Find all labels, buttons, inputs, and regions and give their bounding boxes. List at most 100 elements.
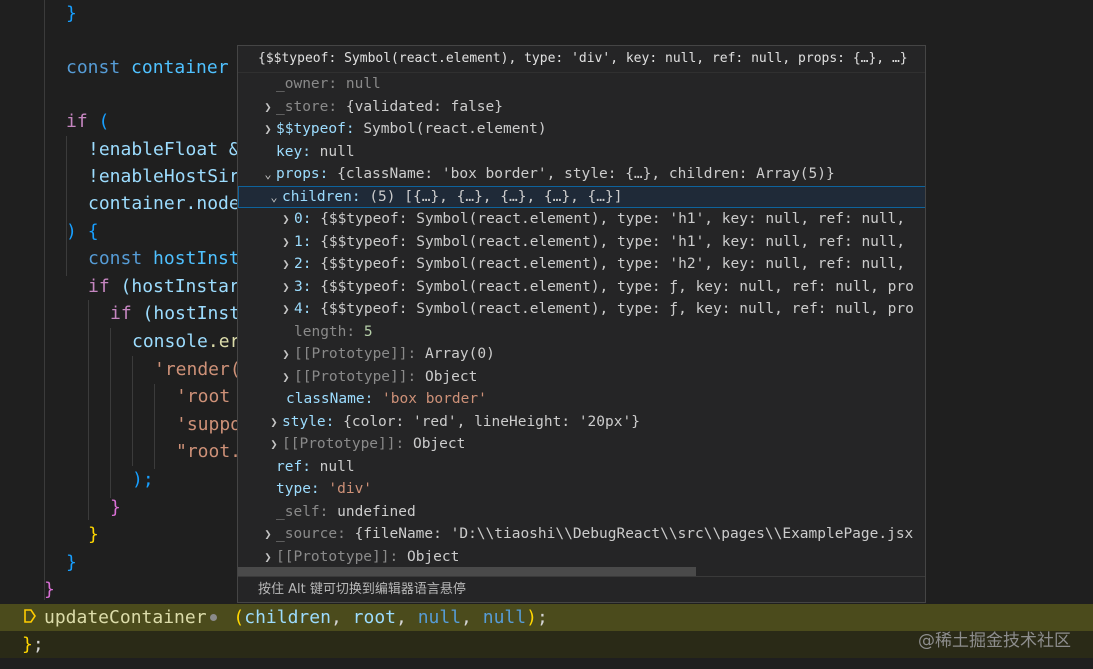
chevron-down-icon[interactable]: ⌄	[260, 163, 276, 186]
row-key: 1	[294, 233, 303, 250]
debug-hover-widget[interactable]: {$$typeof: Symbol(react.element), type: …	[237, 45, 926, 603]
code-line: 'root	[176, 383, 230, 410]
tree-row[interactable]: ❯ 2: {$$typeof: Symbol(react.element), ty…	[238, 253, 925, 276]
paren: (	[98, 111, 110, 132]
chevron-right-icon[interactable]: ❯	[278, 231, 294, 254]
row-value: Array(0)	[424, 346, 495, 362]
chevron-right-icon[interactable]: ❯	[266, 411, 282, 434]
tree-row[interactable]: ❯ _store: {validated: false}	[238, 96, 925, 119]
tree-row[interactable]: key: null	[238, 141, 925, 164]
row-value: {$$typeof: Symbol(react.element), type: …	[320, 211, 906, 227]
chevron-right-icon[interactable]: ❯	[260, 96, 276, 119]
semicolon: ;	[536, 607, 548, 628]
code-line: }	[44, 576, 55, 603]
row-value: {$$typeof: Symbol(react.element), type: …	[320, 278, 914, 295]
indent-guide	[110, 328, 111, 498]
brace: }	[110, 497, 121, 518]
tree-row[interactable]: ❯ style: {color: 'red', lineHeight: '20px…	[238, 411, 925, 434]
code-line: !enableFloat &	[88, 136, 240, 163]
tree-row[interactable]: ❯ 3: {$$typeof: Symbol(react.element), ty…	[238, 276, 925, 299]
chevron-right-icon[interactable]: ❯	[278, 208, 294, 231]
tree-row[interactable]: ❯ $$typeof: Symbol(react.element)	[238, 118, 925, 141]
tree-row[interactable]: _self: undefined	[238, 501, 925, 524]
tree-row[interactable]: ref: null	[238, 456, 925, 479]
tree-row-selected[interactable]: ⌄ children: (5) [{…}, {…}, {…}, {…}, {…}]	[238, 185, 925, 209]
chevron-right-icon[interactable]: ❯	[260, 118, 276, 141]
tree-row[interactable]: ❯ [[Prototype]]: Object	[238, 433, 925, 456]
row-value: 5	[363, 323, 373, 340]
semicolon: ;	[32, 634, 44, 655]
expression: !enableFloat &	[88, 139, 240, 160]
tree-row[interactable]: ❯ [[Prototype]]: Object	[238, 366, 925, 389]
chevron-right-icon[interactable]: ❯	[278, 366, 294, 389]
code-line: if (hostInstar	[88, 273, 240, 300]
comma: ,	[461, 607, 483, 628]
tree-row[interactable]: type: 'div'	[238, 478, 925, 501]
chevron-right-icon[interactable]: ❯	[266, 433, 282, 456]
code-line: const hostInst	[88, 245, 240, 272]
brace: }	[88, 524, 99, 545]
row-key: [[Prototype]]	[294, 346, 408, 362]
code-line: };	[22, 631, 44, 658]
code-line: }	[88, 521, 99, 548]
brace: }	[66, 552, 77, 573]
chevron-right-icon[interactable]: ❯	[278, 253, 294, 276]
string: "root.	[176, 441, 242, 462]
row-key: key	[276, 143, 303, 160]
brace: {	[87, 221, 99, 242]
indent-guide	[44, 0, 45, 600]
comma: ,	[330, 607, 353, 628]
tree-row[interactable]: ❯ [[Prototype]]: Array(0)	[238, 343, 925, 366]
chevron-right-icon[interactable]: ❯	[278, 276, 294, 299]
identifier: console	[132, 331, 208, 352]
hover-footer-hint: 按住 Alt 键可切换到编辑器语言悬停	[238, 576, 925, 602]
code-line: }	[110, 494, 121, 521]
brace: }	[66, 3, 77, 24]
chevron-right-icon[interactable]: ❯	[260, 546, 276, 569]
row-value: undefined	[337, 503, 416, 520]
paren: )	[526, 607, 537, 628]
row-value: {fileName: 'D:\\tiaoshi\\DebugReact\\src…	[354, 526, 914, 542]
argument: root	[352, 607, 396, 628]
tree-row[interactable]: length: 5	[238, 321, 925, 344]
indent-guide	[88, 300, 89, 520]
row-key: $$typeof	[276, 121, 346, 137]
chevron-right-icon[interactable]: ❯	[278, 298, 294, 321]
chevron-right-icon[interactable]: ❯	[260, 523, 276, 546]
chevron-right-icon[interactable]: ❯	[278, 343, 294, 366]
row-key: _owner	[276, 76, 329, 92]
tree-row[interactable]: ❯ 1: {$$typeof: Symbol(react.element), ty…	[238, 231, 925, 254]
row-value: {$$typeof: Symbol(react.element), type: …	[320, 301, 914, 317]
inlay-hint-icon	[209, 613, 217, 621]
expression: (hostInst	[142, 303, 241, 324]
row-key: 2	[294, 256, 303, 272]
row-value: Object	[406, 548, 460, 565]
keyword: const	[88, 248, 143, 269]
string: 'render(	[154, 359, 241, 380]
identifier: hostInst	[153, 248, 240, 269]
brace: }	[44, 579, 55, 600]
brace: }	[22, 634, 33, 655]
debug-arrow-icon[interactable]	[24, 609, 36, 623]
code-line: if (hostInst	[110, 300, 240, 327]
tree-row[interactable]: ❯ _source: {fileName: 'D:\\tiaoshi\\Debug…	[238, 523, 925, 546]
row-key: children	[282, 188, 352, 205]
chevron-down-icon[interactable]: ⌄	[266, 186, 282, 209]
code-line: ) {	[66, 218, 99, 245]
row-value: 'div'	[328, 481, 373, 497]
tree-row[interactable]: className: 'box border'	[238, 388, 925, 411]
string: 'suppo	[176, 414, 242, 435]
tree-row[interactable]: ❯ [[Prototype]]: Object	[238, 546, 925, 569]
code-line-current: updateContainer (children, root, null, n…	[44, 604, 548, 631]
row-key: _self	[276, 503, 320, 520]
indent-guide	[132, 356, 133, 466]
tree-row[interactable]: ❯ 4: {$$typeof: Symbol(react.element), ty…	[238, 298, 925, 321]
row-value: {$$typeof: Symbol(react.element), type: …	[320, 233, 906, 250]
tree-row[interactable]: ⌄ props: {className: 'box border', style:…	[238, 163, 925, 186]
indent-guide	[154, 384, 155, 469]
watermark: @稀土掘金技术社区	[918, 631, 1071, 651]
row-value: null	[345, 76, 381, 92]
row-key: _source	[276, 526, 338, 542]
tree-row[interactable]: _owner: null	[238, 73, 925, 96]
tree-row[interactable]: ❯ 0: {$$typeof: Symbol(react.element), ty…	[238, 208, 925, 231]
